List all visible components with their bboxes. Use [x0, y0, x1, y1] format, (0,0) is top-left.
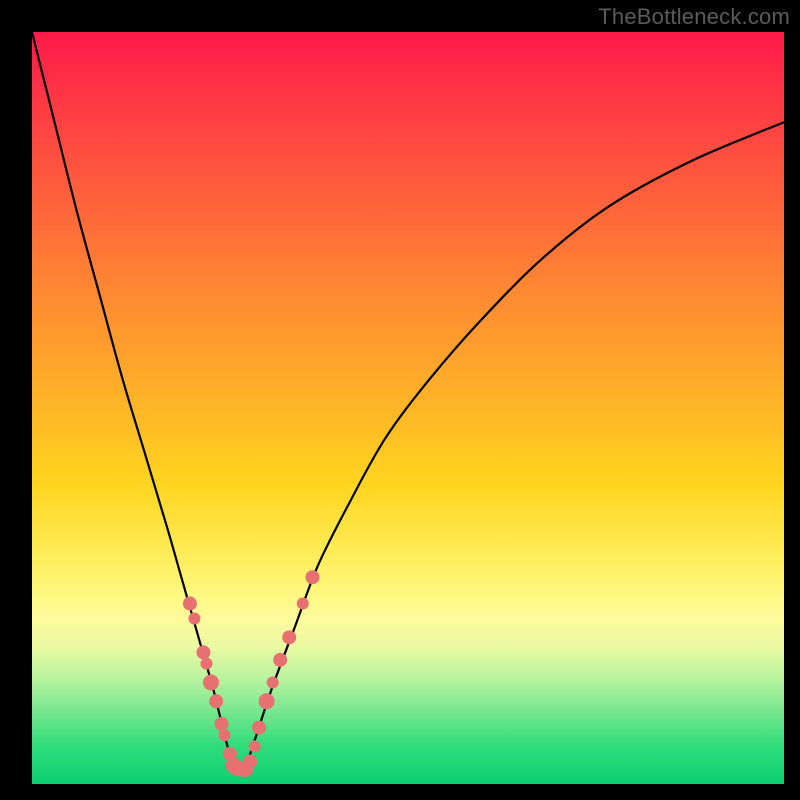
- highlight-dot: [188, 613, 200, 625]
- highlight-dot: [252, 721, 266, 735]
- highlight-dot: [219, 729, 231, 741]
- highlight-dot: [200, 658, 212, 670]
- highlight-dot: [297, 598, 309, 610]
- curve-svg: [32, 32, 784, 784]
- highlight-dot: [243, 754, 257, 768]
- highlight-dot: [273, 653, 287, 667]
- highlight-dot: [259, 693, 275, 709]
- highlight-dots: [183, 570, 320, 777]
- highlight-dot: [215, 717, 229, 731]
- plot-area: [32, 32, 784, 784]
- highlight-dot: [267, 676, 279, 688]
- bottleneck-curve: [32, 32, 784, 771]
- watermark-text: TheBottleneck.com: [598, 4, 790, 30]
- highlight-dot: [209, 694, 223, 708]
- highlight-dot: [203, 674, 219, 690]
- highlight-dot: [282, 630, 296, 644]
- highlight-dot: [196, 645, 210, 659]
- highlight-dot: [305, 570, 319, 584]
- highlight-dot: [183, 597, 197, 611]
- highlight-dot: [249, 740, 261, 752]
- chart-frame: TheBottleneck.com: [0, 0, 800, 800]
